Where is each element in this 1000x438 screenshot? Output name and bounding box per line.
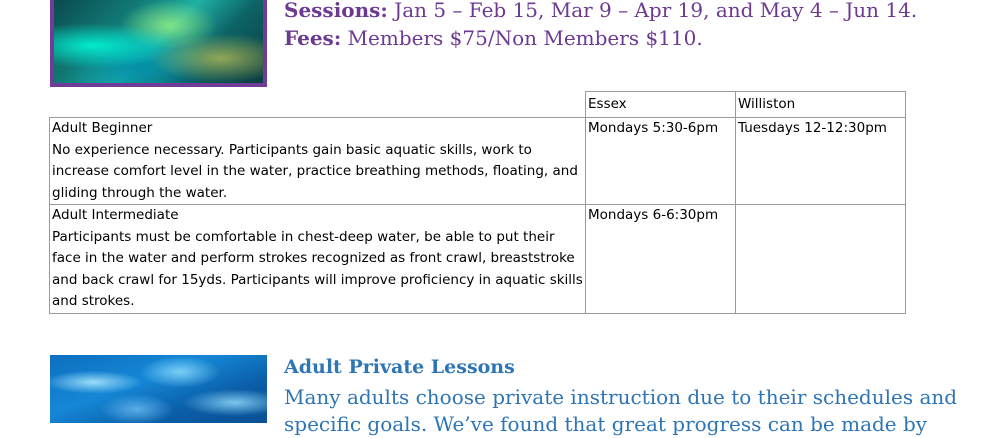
class-description: Participants must be comfortable in ches…	[52, 228, 583, 310]
williston-time	[735, 204, 906, 314]
fees-line: Fees: Members $75/Non Members $110.	[284, 28, 703, 48]
fees-amount: Members $75/Non Members $110.	[341, 26, 703, 50]
table-header-row: Essex Williston	[49, 91, 906, 118]
table-row: Adult Intermediate Participants must be …	[49, 204, 906, 314]
private-lessons-body: Many adults choose private instruction d…	[284, 385, 958, 436]
class-title: Adult Beginner	[52, 120, 153, 136]
williston-time: Tuesdays 12-12:30pm	[735, 117, 906, 205]
sessions-dates: Jan 5 – Feb 15, Mar 9 – Apr 19, and May …	[387, 0, 918, 22]
pool-photo-private	[50, 355, 267, 423]
class-schedule-table: Essex Williston Adult Beginner No experi…	[49, 91, 906, 314]
class-description: No experience necessary. Participants ga…	[52, 141, 578, 201]
sessions-label: Sessions:	[284, 0, 388, 22]
fees-label: Fees:	[284, 26, 342, 50]
header-williston: Williston	[735, 91, 906, 118]
essex-time: Mondays 5:30-6pm	[585, 117, 736, 205]
class-description-cell: Adult Beginner No experience necessary. …	[49, 117, 586, 205]
class-title: Adult Intermediate	[52, 207, 179, 223]
table-row: Adult Beginner No experience necessary. …	[49, 117, 906, 205]
sessions-line: Sessions: Jan 5 – Feb 15, Mar 9 – Apr 19…	[284, 0, 917, 20]
header-blank-cell	[49, 91, 586, 118]
pool-photo-top	[50, 0, 267, 87]
class-description-cell: Adult Intermediate Participants must be …	[49, 204, 586, 314]
private-lessons-title: Adult Private Lessons	[284, 356, 515, 378]
header-essex: Essex	[585, 91, 736, 118]
essex-time: Mondays 6-6:30pm	[585, 204, 736, 314]
